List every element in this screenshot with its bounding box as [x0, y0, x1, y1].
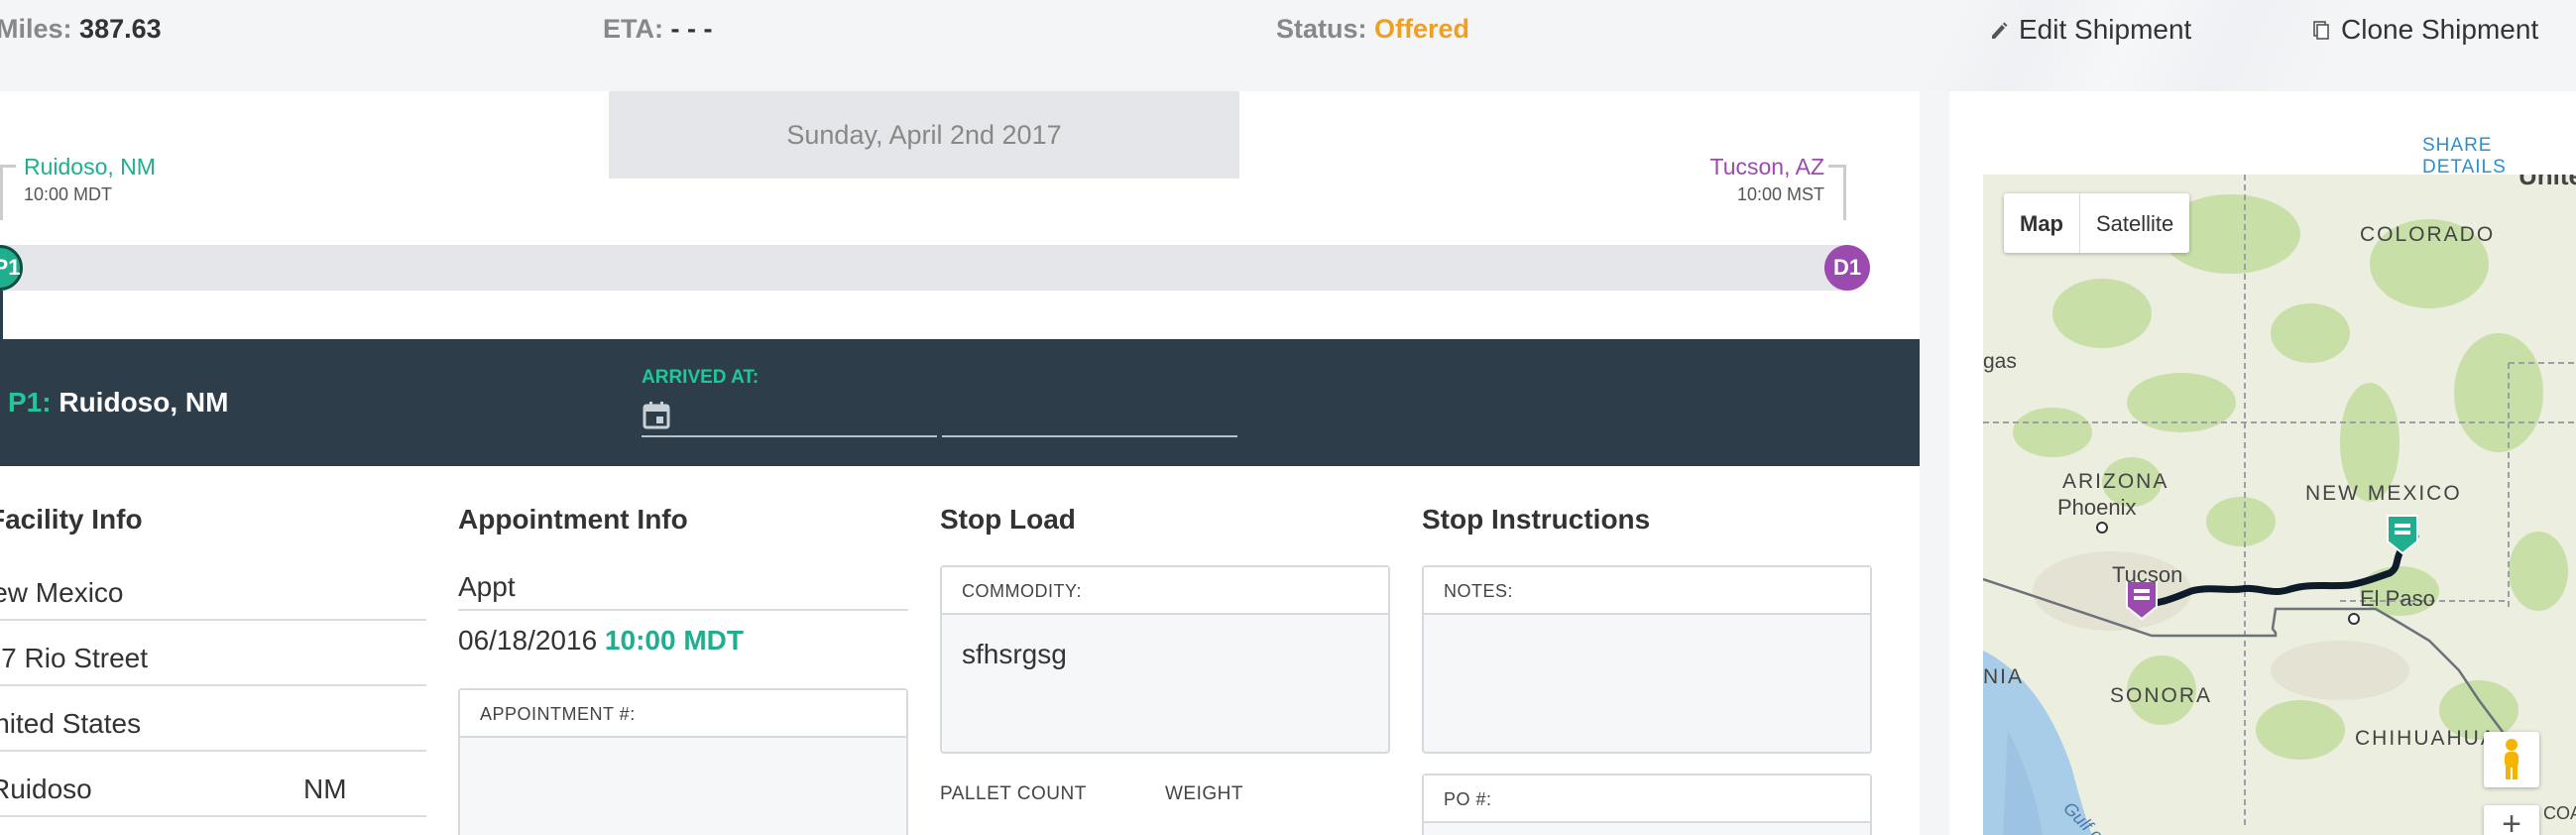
map-label-arizona: ARIZONA: [2062, 470, 2168, 493]
stop-instructions-heading: Stop Instructions: [1422, 504, 1651, 535]
map-type-control: Map Satellite: [2004, 193, 2190, 253]
copy-icon: [2313, 21, 2329, 40]
map-label-california: NIA: [1983, 665, 2024, 688]
notes-value[interactable]: [1424, 615, 1870, 662]
appointment-number-field[interactable]: APPOINTMENT #:: [458, 688, 908, 835]
status-metric: Status: Offered: [1276, 14, 1469, 45]
map-label-sonora: SONORA: [2110, 684, 2212, 707]
facility-street: 137 Rio Street: [0, 643, 148, 673]
stop-header-bar: P1: Ruidoso, NM: [0, 339, 1920, 466]
appointment-number-label: APPOINTMENT #:: [460, 690, 906, 738]
eta-value: - - -: [670, 14, 713, 44]
eta-label: ETA:: [603, 14, 663, 44]
facility-name: New Mexico: [0, 577, 124, 608]
facility-street-field[interactable]: 137 Rio Street: [0, 643, 426, 686]
edit-shipment-button[interactable]: Edit Shipment: [1989, 14, 2191, 46]
eta-metric: ETA: - - -: [603, 14, 713, 45]
destination-time: 10:00 MST: [1736, 184, 1824, 204]
arrived-at-label: ARRIVED AT:: [642, 367, 760, 388]
destination-label: Tucson, AZ 10:00 MST: [1710, 154, 1824, 205]
stop-title: P1: Ruidoso, NM: [8, 387, 228, 418]
commodity-label: COMMODITY:: [942, 567, 1388, 615]
status-badge: Offered: [1374, 14, 1470, 44]
commodity-field[interactable]: COMMODITY: sfhsrgsg: [940, 565, 1390, 754]
appointment-info-heading: Appointment Info: [458, 504, 688, 535]
stop-code: P1:: [8, 387, 52, 418]
arrived-time-input[interactable]: [942, 435, 1237, 437]
facility-country-field[interactable]: United States: [0, 708, 426, 752]
facility-country: United States: [0, 708, 142, 739]
map-label-colorado: COLORADO: [2360, 223, 2495, 246]
status-label: Status:: [1276, 14, 1367, 44]
appointment-type[interactable]: Appt: [458, 571, 516, 603]
arrived-date-input[interactable]: [642, 435, 937, 437]
map-label-chihuahua: CHIHUAHUA: [2355, 727, 2497, 750]
map-label-united: Unite: [2518, 175, 2576, 190]
origin-time: 10:00 MDT: [24, 184, 113, 204]
pallet-count-label: PALLET COUNT: [940, 783, 1087, 804]
date-banner: Sunday, April 2nd 2017: [609, 91, 1239, 179]
map-label-el-paso: El Paso: [2360, 586, 2435, 611]
timeline-track: [0, 245, 1848, 291]
map-label-coa: COA: [2543, 803, 2576, 823]
stop-load-heading: Stop Load: [940, 504, 1076, 535]
delivery-pin[interactable]: D1: [1824, 245, 1870, 291]
notes-field[interactable]: NOTES:: [1422, 565, 1872, 754]
stop-city: Ruidoso, NM: [59, 387, 229, 418]
pickup-connector: [0, 291, 3, 340]
appointment-type-underline: [458, 609, 908, 611]
pegman-icon: [2505, 739, 2518, 779]
destination-city: Tucson, AZ: [1709, 154, 1824, 179]
zoom-in-button[interactable]: +: [2484, 805, 2539, 835]
destination-bracket: [1828, 165, 1846, 220]
appointment-number-value[interactable]: [460, 738, 906, 785]
po-number-label: PO #:: [1424, 775, 1870, 823]
map-label-vegas: gas: [1983, 350, 2017, 373]
facility-info-heading: Facility Info: [0, 504, 143, 535]
share-details-link[interactable]: SHARE DETAILS: [2422, 135, 2576, 179]
notes-label: NOTES:: [1424, 567, 1870, 615]
edit-shipment-label: Edit Shipment: [2019, 14, 2192, 45]
map-type-satellite-button[interactable]: Satellite: [2080, 193, 2189, 253]
facility-name-field[interactable]: New Mexico: [0, 577, 426, 621]
appointment-date: 06/18/2016: [458, 625, 598, 656]
calendar-icon[interactable]: [642, 401, 671, 430]
map-label-phoenix: Phoenix: [2057, 495, 2137, 520]
po-number-field[interactable]: PO #:: [1422, 774, 1872, 835]
miles-label: Miles:: [0, 14, 72, 44]
facility-state: NM: [303, 774, 347, 804]
clone-shipment-label: Clone Shipment: [2341, 14, 2539, 45]
origin-city: Ruidoso, NM: [24, 154, 156, 179]
weight-label: WEIGHT: [1165, 783, 1243, 804]
street-view-pegman[interactable]: [2484, 732, 2539, 787]
origin-bracket: [0, 165, 16, 220]
facility-city-field[interactable]: Ruidoso NM: [0, 774, 426, 817]
appointment-time: 10:00 MDT: [604, 625, 744, 656]
pencil-icon: [1992, 22, 2008, 39]
appointment-datetime: 06/18/2016 10:00 MDT: [458, 625, 744, 656]
clone-shipment-button[interactable]: Clone Shipment: [2311, 14, 2538, 46]
commodity-value[interactable]: sfhsrgsg: [942, 615, 1388, 694]
facility-city: Ruidoso: [0, 774, 92, 804]
miles-value: 387.63: [79, 14, 162, 44]
map-label-tucson: Tucson: [2112, 562, 2182, 587]
miles-metric: Miles: 387.63: [0, 14, 162, 45]
map-label-new-mexico: NEW MEXICO: [2305, 482, 2462, 505]
origin-label: Ruidoso, NM 10:00 MDT: [24, 154, 156, 205]
shipment-header: Miles: 387.63 ETA: - - - Status: Offered…: [0, 0, 2576, 91]
map-type-map-button[interactable]: Map: [2004, 193, 2079, 253]
